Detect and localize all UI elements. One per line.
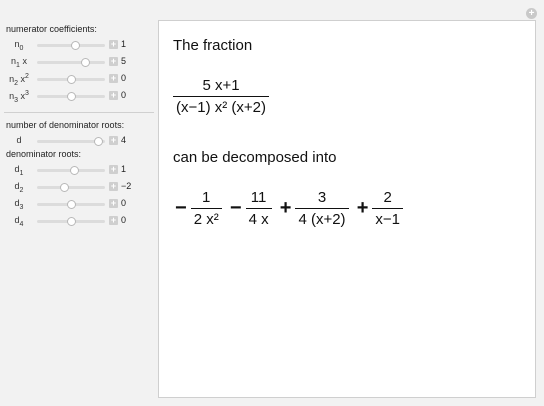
slider-value: −2: [121, 181, 132, 191]
slider-row-d4: d4 + 0: [0, 214, 156, 228]
slider-row-d1: d1 + 1: [0, 163, 156, 177]
slider-value: 4: [121, 135, 127, 145]
term-fraction: 1 2 x²: [190, 189, 222, 229]
slider-n1[interactable]: [37, 58, 105, 67]
numerator-heading: numerator coefficients:: [6, 24, 97, 34]
slider-thumb[interactable]: [67, 217, 76, 226]
slider-thumb[interactable]: [71, 41, 81, 50]
slider-label-d2: d2: [14, 181, 24, 194]
slider-value: 0: [121, 73, 127, 83]
slider-label-n0: n0: [14, 39, 24, 52]
term-fraction: 2 x−1: [372, 189, 404, 229]
expand-button[interactable]: +: [109, 74, 118, 83]
slider-thumb[interactable]: [70, 166, 80, 175]
middle-text: can be decomposed into: [173, 149, 337, 166]
add-bookmark-button[interactable]: +: [526, 8, 537, 19]
term-denominator: 2 x²: [193, 211, 219, 229]
expand-button[interactable]: +: [109, 40, 118, 49]
slider-thumb[interactable]: [94, 137, 104, 146]
slider-n3[interactable]: [37, 92, 105, 101]
slider-row-n0: n0 + 1: [0, 38, 156, 52]
term-fraction: 11 4 x: [245, 189, 272, 229]
slider-value: 0: [121, 90, 127, 100]
term-denominator: 4 (x+2): [298, 211, 346, 229]
slider-thumb[interactable]: [67, 200, 76, 209]
term-denominator: 4 x: [248, 211, 269, 229]
expand-button[interactable]: +: [109, 182, 118, 191]
term-numerator: 2: [383, 189, 392, 206]
term-numerator: 1: [202, 189, 211, 206]
term-numerator: 3: [317, 189, 327, 206]
slider-d4[interactable]: [37, 217, 105, 226]
intro-text: The fraction: [173, 37, 253, 54]
expand-button[interactable]: +: [109, 165, 118, 174]
slider-row-d2: d2 + −2: [0, 180, 156, 194]
term-sign: −: [175, 197, 187, 220]
divider: [4, 112, 154, 113]
slider-thumb[interactable]: [67, 75, 76, 84]
slider-n2[interactable]: [37, 75, 105, 84]
slider-row-d3: d3 + 0: [0, 197, 156, 211]
slider-d2[interactable]: [37, 183, 105, 192]
expand-button[interactable]: +: [109, 136, 118, 145]
expand-button[interactable]: +: [109, 91, 118, 100]
slider-d1[interactable]: [37, 166, 105, 175]
slider-d[interactable]: [37, 137, 105, 146]
partial-fraction-result: −1 2 x² −11 4 x +3 4 (x+2) +2 x−1: [171, 189, 404, 229]
slider-thumb[interactable]: [80, 58, 90, 67]
slider-value: 5: [121, 56, 127, 66]
input-fraction: 5 x+1 (x−1) x² (x+2): [173, 77, 270, 117]
roots-heading: denominator roots:: [6, 149, 82, 159]
term-denominator: x−1: [375, 211, 401, 229]
term-sign: +: [356, 197, 369, 220]
slider-thumb[interactable]: [60, 183, 70, 192]
term-sign: −: [229, 197, 242, 220]
expand-button[interactable]: +: [109, 216, 118, 225]
slider-label-n1: n1 x: [11, 56, 27, 69]
slider-n0[interactable]: [37, 41, 105, 50]
slider-value: 1: [121, 39, 127, 49]
fraction-numerator: 5 x+1: [202, 77, 240, 94]
term-sign: +: [279, 197, 292, 220]
term-fraction: 3 4 (x+2): [295, 189, 349, 229]
slider-label-d1: d1: [14, 164, 24, 177]
slider-label-n2: n2 x2: [9, 73, 29, 87]
slider-thumb[interactable]: [67, 92, 76, 101]
slider-d3[interactable]: [37, 200, 105, 209]
fraction-denominator: (x−1) x² (x+2): [176, 99, 267, 117]
expand-button[interactable]: +: [109, 57, 118, 66]
slider-value: 1: [121, 164, 127, 174]
slider-value: 0: [121, 215, 127, 225]
output-pane: The fraction 5 x+1 (x−1) x² (x+2) can be…: [158, 20, 536, 398]
slider-value: 0: [121, 198, 127, 208]
term-numerator: 11: [250, 189, 267, 206]
control-panel: numerator coefficients: n0 + 1 n1 x + 5 …: [0, 20, 156, 400]
slider-row-n3: n3 x3 + 0: [0, 89, 156, 104]
slider-label-d: d: [16, 135, 22, 145]
slider-row-n1: n1 x + 5: [0, 55, 156, 69]
number-roots-heading: number of denominator roots:: [6, 120, 125, 130]
slider-row-d: d + 4: [0, 134, 156, 148]
slider-label-d4: d4: [14, 215, 24, 228]
slider-label-n3: n3 x3: [9, 90, 29, 104]
slider-label-d3: d3: [14, 198, 24, 211]
expand-button[interactable]: +: [109, 199, 118, 208]
slider-row-n2: n2 x2 + 0: [0, 72, 156, 87]
